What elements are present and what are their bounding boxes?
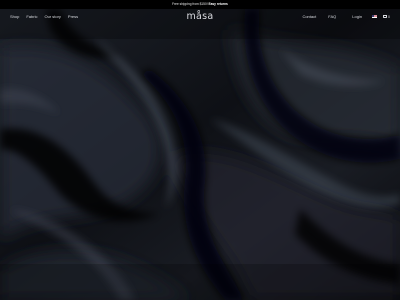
cart-button[interactable]: 0 bbox=[383, 15, 390, 19]
announcement-text: Free shipping from $150! bbox=[172, 2, 209, 6]
contact-link[interactable]: Contact bbox=[302, 14, 316, 19]
hero-image bbox=[0, 9, 400, 300]
shopping-bag-icon bbox=[383, 14, 387, 19]
black-satin-fabric-image bbox=[0, 9, 400, 300]
nav-item-shop[interactable]: Shop bbox=[10, 14, 19, 19]
announcement-bar: Free shipping from $150! Easy returns bbox=[0, 0, 400, 9]
utility-nav: Contact FAQ Login 0 bbox=[302, 14, 390, 19]
page: Free shipping from $150! Easy returns Sh… bbox=[0, 0, 400, 300]
nav-item-our-story[interactable]: Our story bbox=[44, 14, 60, 19]
nav-item-press[interactable]: Press bbox=[68, 14, 78, 19]
site-header: Shop Fabric Our story Press måsa Contact… bbox=[0, 9, 400, 25]
nav-item-fabric[interactable]: Fabric bbox=[26, 14, 37, 19]
cart-count: 0 bbox=[388, 14, 390, 19]
login-link[interactable]: Login bbox=[352, 14, 362, 19]
main-nav: Shop Fabric Our story Press bbox=[10, 14, 78, 19]
us-flag-icon[interactable] bbox=[372, 14, 378, 19]
announcement-link[interactable]: Easy returns bbox=[209, 2, 228, 6]
faq-link[interactable]: FAQ bbox=[328, 14, 336, 19]
site-logo[interactable]: måsa bbox=[186, 11, 213, 22]
